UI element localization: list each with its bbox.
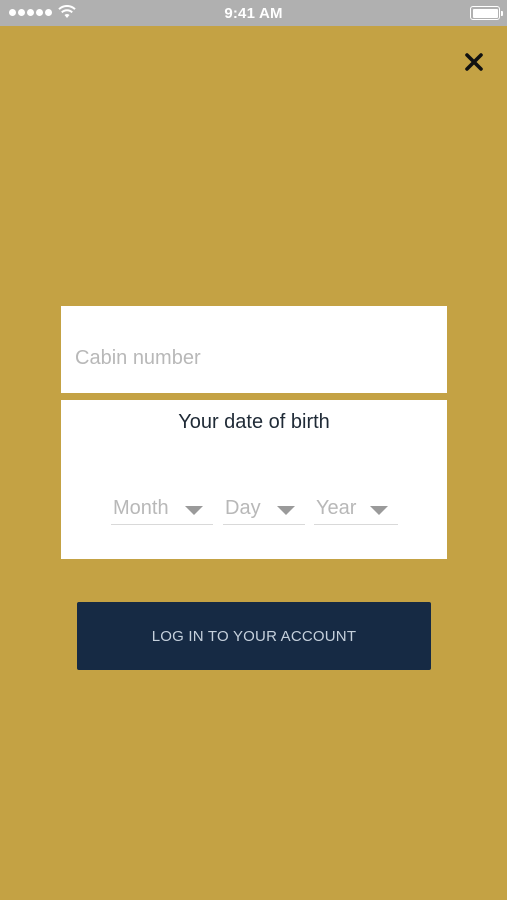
day-select[interactable]: Day	[223, 494, 305, 525]
month-select-label: Month	[113, 497, 169, 519]
status-bar: 9:41 AM	[0, 0, 507, 26]
login-button[interactable]: LOG IN TO YOUR ACCOUNT	[77, 602, 431, 670]
year-select-label: Year	[316, 497, 357, 519]
status-time: 9:41 AM	[224, 5, 283, 22]
month-select[interactable]: Month	[111, 494, 213, 525]
year-select[interactable]: Year	[314, 494, 398, 525]
day-select-label: Day	[225, 497, 261, 519]
close-button[interactable]	[462, 50, 486, 74]
date-of-birth-card: Your date of birth Month Day Year	[61, 400, 447, 559]
dob-title: Your date of birth	[178, 411, 330, 433]
cabin-number-card	[61, 306, 447, 393]
cabin-number-input[interactable]	[61, 306, 447, 393]
close-icon	[465, 53, 483, 71]
battery-icon	[470, 6, 503, 20]
chevron-down-icon	[370, 506, 388, 515]
chevron-down-icon	[277, 506, 295, 515]
chevron-down-icon	[185, 506, 203, 515]
